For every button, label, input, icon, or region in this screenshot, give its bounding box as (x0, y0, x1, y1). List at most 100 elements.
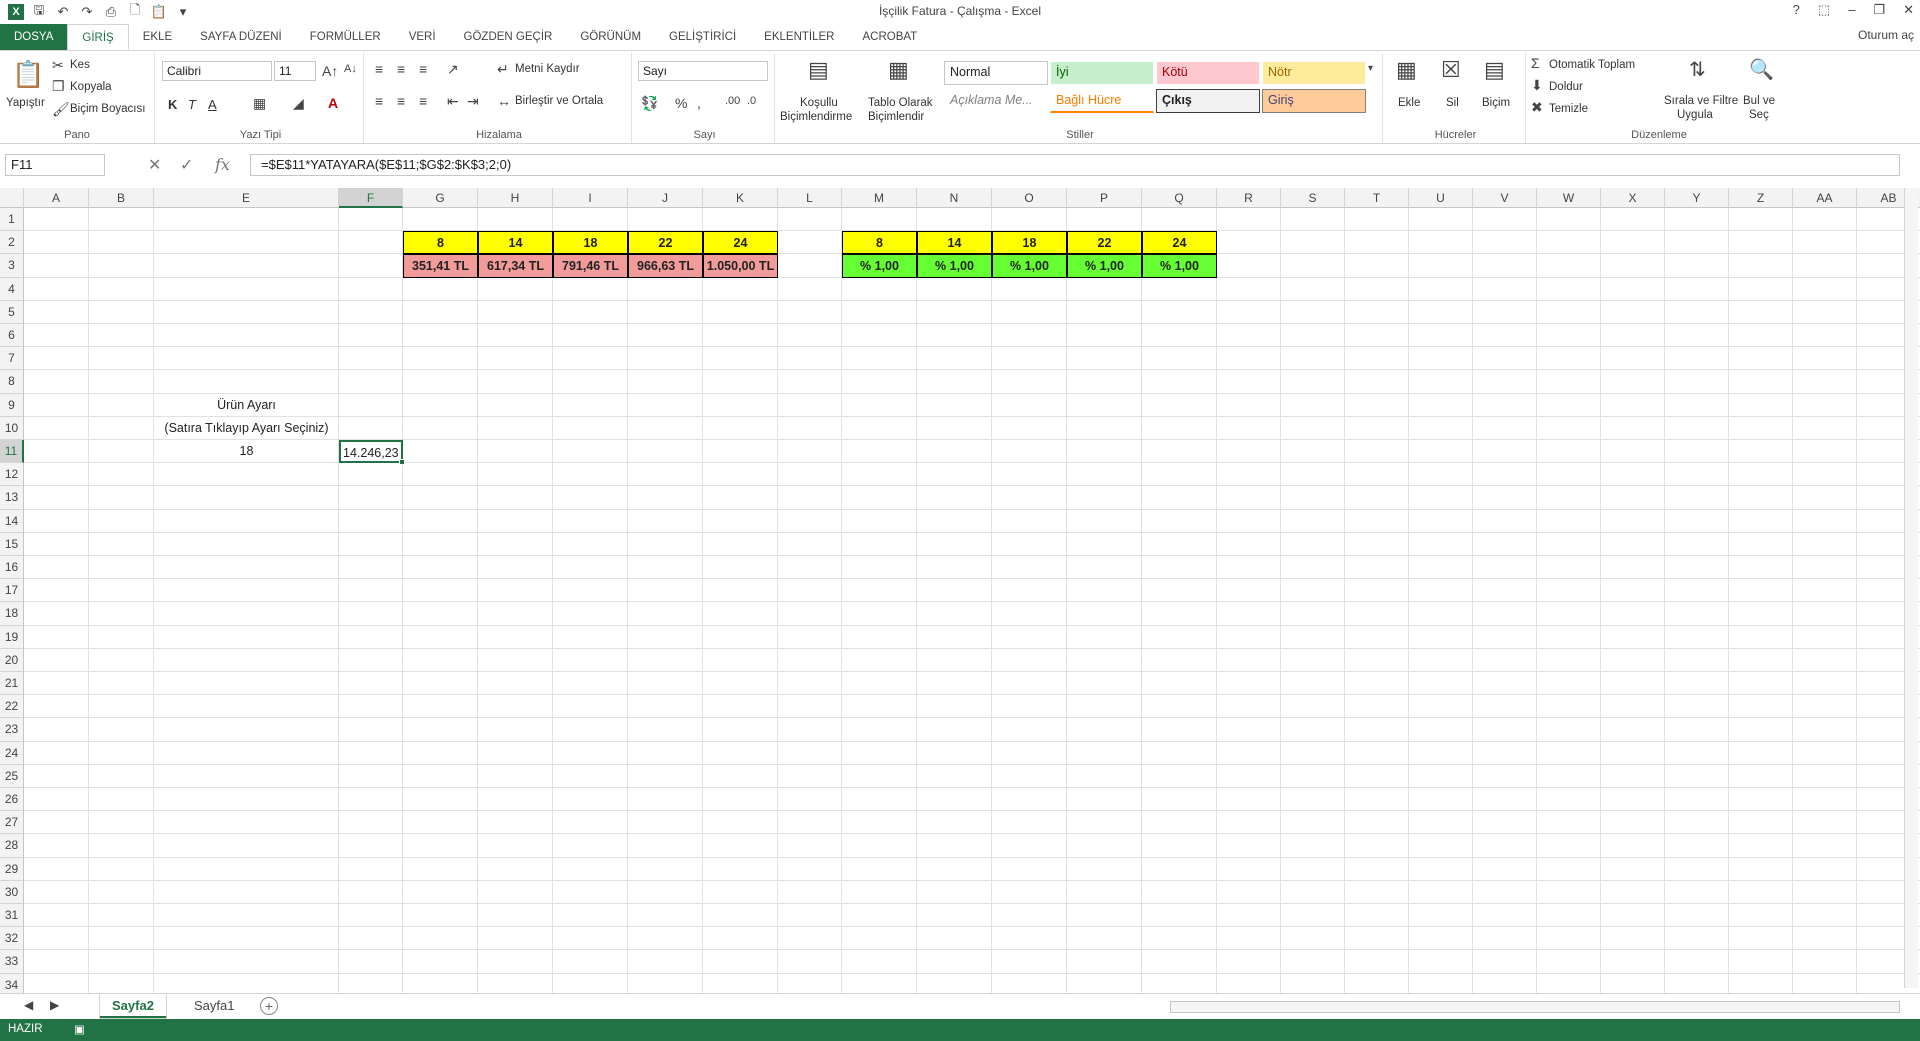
row-header-31[interactable]: 31 (0, 904, 24, 928)
merge-center-button[interactable]: Birleştir ve Ortala (515, 95, 603, 107)
wrap-text-icon[interactable]: ↵ (497, 61, 509, 78)
percent-table-value-cell[interactable]: % 1,00 (1142, 254, 1217, 278)
column-header-X[interactable]: X (1601, 188, 1665, 208)
column-header-V[interactable]: V (1473, 188, 1537, 208)
tab-file[interactable]: DOSYA (0, 24, 68, 50)
rate-table-value-cell[interactable]: 791,46 TL (553, 254, 628, 278)
cancel-entry-icon[interactable]: ✕ (148, 155, 161, 175)
vertical-scrollbar[interactable] (1904, 188, 1918, 988)
row-header-22[interactable]: 22 (0, 695, 24, 719)
delete-cells-button[interactable]: Sil (1446, 97, 1459, 109)
number-format-select[interactable]: Sayı (638, 61, 768, 81)
rate-table-header-cell[interactable]: 14 (478, 231, 553, 255)
row-header-21[interactable]: 21 (0, 672, 24, 696)
borders-icon[interactable]: ▦ (253, 95, 266, 112)
rate-table-header-cell[interactable]: 8 (403, 231, 478, 255)
product-setting-hint[interactable]: (Satıra Tıklayıp Ayarı Seçiniz) (154, 417, 339, 440)
row-header-12[interactable]: 12 (0, 463, 24, 487)
font-name-select[interactable]: Calibri (162, 61, 272, 81)
italic-button[interactable]: T (188, 97, 196, 112)
horizontal-scrollbar[interactable] (1170, 1001, 1900, 1013)
format-as-table-line2[interactable]: Biçimlendir (868, 111, 924, 123)
column-header-Q[interactable]: Q (1142, 188, 1217, 208)
style-normal[interactable]: Normal (944, 61, 1048, 85)
format-as-table-line1[interactable]: Tablo Olarak (868, 97, 933, 109)
percent-table-header-cell[interactable]: 18 (992, 231, 1067, 255)
tab-developer[interactable]: GELİŞTİRİCİ (655, 24, 750, 50)
wrap-text-button[interactable]: Metni Kaydır (515, 63, 580, 75)
format-painter-icon[interactable]: 🖌 (52, 101, 70, 118)
row-header-34[interactable]: 34 (0, 973, 24, 993)
row-header-1[interactable]: 1 (0, 208, 24, 232)
percent-table-header-cell[interactable]: 24 (1142, 231, 1217, 255)
help-icon[interactable]: ? (1793, 2, 1800, 18)
format-painter-button[interactable]: Biçim Boyacısı (70, 103, 145, 115)
row-header-28[interactable]: 28 (0, 834, 24, 858)
style-input[interactable]: Giriş (1262, 89, 1366, 113)
column-header-N[interactable]: N (917, 188, 992, 208)
sign-in-link[interactable]: Oturum aç (1858, 28, 1914, 42)
autosum-button[interactable]: Otomatik Toplam (1549, 59, 1635, 71)
insert-function-icon[interactable]: fx (215, 155, 230, 174)
scroll-right-icon[interactable]: ▶ (50, 998, 59, 1012)
cut-button[interactable]: Kes (70, 59, 90, 71)
percent-table-header-cell[interactable]: 8 (842, 231, 917, 255)
new-file-icon[interactable]: 🗋 (126, 2, 144, 21)
row-header-11[interactable]: 11 (0, 440, 24, 464)
style-good[interactable]: İyi (1050, 61, 1154, 85)
minimize-icon[interactable]: – (1848, 2, 1855, 18)
row-header-14[interactable]: 14 (0, 509, 24, 533)
column-header-T[interactable]: T (1345, 188, 1409, 208)
row-header-23[interactable]: 23 (0, 718, 24, 742)
column-header-S[interactable]: S (1281, 188, 1345, 208)
row-header-20[interactable]: 20 (0, 648, 24, 672)
column-header-J[interactable]: J (628, 188, 703, 208)
delete-cells-icon[interactable]: ☒ (1441, 57, 1461, 83)
column-header-W[interactable]: W (1537, 188, 1601, 208)
tab-addins[interactable]: EKLENTİLER (750, 24, 848, 50)
row-header-17[interactable]: 17 (0, 579, 24, 603)
underline-button[interactable]: A (208, 97, 217, 112)
name-box[interactable]: F11 (5, 154, 105, 176)
percent-table-value-cell[interactable]: % 1,00 (1067, 254, 1142, 278)
select-all-corner[interactable] (0, 188, 24, 208)
find-select-icon[interactable]: 🔍 (1749, 57, 1774, 82)
merge-center-icon[interactable]: ↔ (497, 93, 511, 109)
tab-acrobat[interactable]: ACROBAT (848, 24, 931, 50)
clear-icon[interactable]: ✖ (1531, 99, 1543, 116)
customize-qat-icon[interactable]: ▾ (174, 3, 192, 21)
row-header-7[interactable]: 7 (0, 347, 24, 371)
column-header-P[interactable]: P (1067, 188, 1142, 208)
font-size-select[interactable]: 11 (274, 61, 316, 81)
grow-font-icon[interactable]: A↑ (322, 63, 338, 79)
tab-insert[interactable]: EKLE (129, 24, 186, 50)
fill-color-icon[interactable]: ◢ (293, 95, 304, 112)
copy-button[interactable]: Kopyala (70, 81, 112, 93)
row-header-3[interactable]: 3 (0, 254, 24, 278)
row-header-24[interactable]: 24 (0, 741, 24, 765)
row-header-8[interactable]: 8 (0, 370, 24, 394)
column-header-I[interactable]: I (553, 188, 628, 208)
tab-home[interactable]: GİRİŞ (67, 24, 129, 50)
fill-handle[interactable] (399, 459, 405, 466)
scroll-left-icon[interactable]: ◀ (24, 998, 33, 1012)
row-header-32[interactable]: 32 (0, 927, 24, 951)
row-header-6[interactable]: 6 (0, 324, 24, 348)
column-header-H[interactable]: H (478, 188, 553, 208)
style-bad[interactable]: Kötü (1156, 61, 1260, 85)
fill-button[interactable]: Doldur (1549, 81, 1583, 93)
formula-input[interactable]: =$E$11*YATAYARA($E$11;$G$2:$K$3;2;0) (250, 154, 1900, 176)
column-header-E[interactable]: E (154, 188, 339, 208)
column-header-Z[interactable]: Z (1729, 188, 1793, 208)
row-header-9[interactable]: 9 (0, 393, 24, 417)
row-header-13[interactable]: 13 (0, 486, 24, 510)
rate-table-header-cell[interactable]: 24 (703, 231, 778, 255)
format-as-table-icon[interactable]: ▦ (888, 57, 909, 83)
row-header-26[interactable]: 26 (0, 788, 24, 812)
style-explanatory[interactable]: Açıklama Me... (944, 89, 1048, 113)
save-icon[interactable]: 🖫 (30, 2, 48, 21)
active-result-cell[interactable]: 14.246,23 (339, 440, 403, 464)
sort-filter-icon[interactable]: ⇅ (1689, 57, 1706, 82)
format-cells-button[interactable]: Biçim (1482, 97, 1510, 109)
row-header-33[interactable]: 33 (0, 950, 24, 974)
